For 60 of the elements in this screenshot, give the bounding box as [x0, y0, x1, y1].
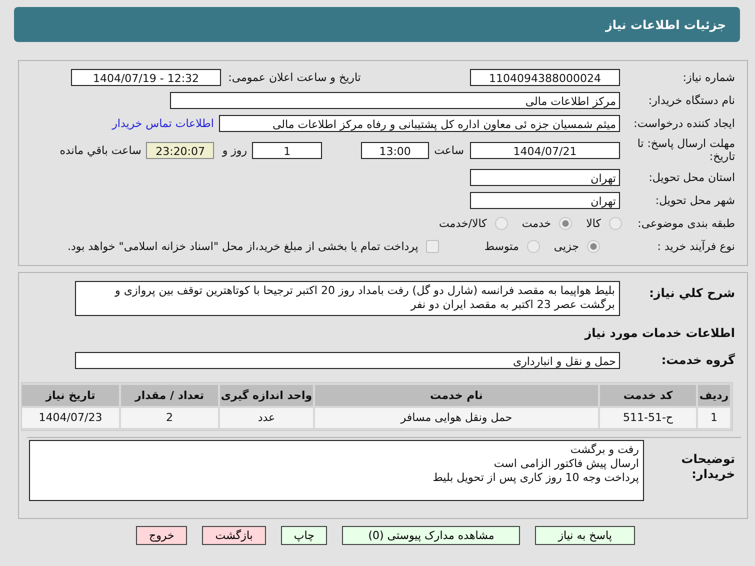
column-header: واحد اندازه گیری: [220, 385, 313, 406]
field-label: شرح کلي نياز:: [648, 285, 735, 300]
column-header: نام خدمت: [315, 385, 598, 406]
radio-button[interactable]: [609, 216, 622, 230]
deadline-date-field[interactable]: 1404/07/21: [470, 142, 620, 158]
action-button[interactable]: پاسخ به نیاز: [535, 526, 635, 545]
action-button[interactable]: مشاهده مدارک پیوستی (0): [342, 526, 520, 545]
buyer-notes-field[interactable]: رفت و برگشت ارسال پیش فاکتور الزامی است پرداخت وجه 10 روز کاری پس از تحویل بلیط: [29, 440, 644, 501]
requester-field[interactable]: میثم شمسیان جزه ئی معاون اداره کل پشتیبانی و رفاه مرکز اطلاعات مالی: [219, 114, 620, 132]
time-label: ساعت: [434, 144, 464, 156]
column-header: تعداد / مقدار: [121, 385, 218, 406]
action-button[interactable]: بازگشت: [202, 526, 266, 545]
radio-label: کالا/خدمت: [439, 216, 487, 230]
field-label: نوع فرآیند خرید :: [656, 240, 735, 252]
field-label: ایجاد کننده درخواست:: [632, 116, 735, 130]
service-group-field[interactable]: حمل و نقل و انبارداری: [75, 352, 620, 368]
table-cell: 1: [698, 408, 730, 428]
remaining-label: ساعت باقي مانده: [60, 144, 142, 156]
table-cell: حمل ونقل هوایی مسافر: [315, 408, 598, 428]
section-title: اطلاعات خدمات مورد نياز: [584, 326, 735, 340]
need-number-field[interactable]: 1104094388000024: [470, 68, 620, 86]
field-label: نام دستگاه خریدار:: [647, 94, 735, 106]
remaining-time-field: 23:20:07: [146, 142, 214, 158]
description-field[interactable]: بلیط هواپیما به مقصد فرانسه (شارل دو گل) رفت بامداد روز 20 اکتبر ترجیحا با کوتاهترین توقف بین پروازی و برگشت عصر 23 اکتبر به مقصد ایران دو نفر: [75, 281, 620, 316]
payment-note: پرداخت تمام یا بخشی از مبلغ خرید،از محل "اسناد خزانه اسلامی" خواهد بود.: [68, 240, 418, 252]
radio-label: متوسط: [484, 240, 519, 252]
city-field[interactable]: تهران: [470, 192, 620, 208]
field-label: گروه خدمت:: [660, 353, 735, 367]
field-label: تاریخ و ساعت اعلان عمومی:: [227, 70, 362, 84]
field-label: شماره نیاز:: [682, 70, 735, 84]
radio-button[interactable]: [526, 240, 540, 252]
days-label: روز و: [222, 144, 248, 156]
checkbox[interactable]: [426, 240, 440, 252]
field-label: طبقه بندی موضوعی:: [636, 216, 735, 230]
province-field[interactable]: تهران: [470, 168, 620, 186]
table-cell: 2: [121, 408, 218, 428]
days-field[interactable]: 1: [252, 142, 322, 158]
table-cell: ح-51-511: [600, 408, 696, 428]
buyer-org-field[interactable]: مرکز اطلاعات مالی: [170, 92, 620, 108]
radio-label: خدمت: [522, 216, 552, 230]
action-button[interactable]: خروج: [136, 526, 188, 545]
table-cell: عدد: [220, 408, 313, 428]
action-button[interactable]: چاپ: [280, 526, 328, 545]
radio-button[interactable]: [494, 216, 508, 230]
radio-button[interactable]: [587, 240, 600, 252]
field-label: توضیحات خریدار:: [680, 451, 735, 482]
table-cell: 1404/07/23: [22, 408, 119, 428]
announce-date-field[interactable]: 12:32 - 1404/07/19: [71, 68, 221, 86]
buyer-contact-link[interactable]: اطلاعات تماس خریدار: [112, 116, 214, 130]
radio-button[interactable]: [559, 216, 572, 230]
column-header: تاریخ نیاز: [22, 385, 119, 406]
radio-label: جزیی: [554, 240, 579, 252]
radio-label: کالا: [586, 216, 601, 230]
column-header: کد خدمت: [600, 385, 696, 406]
field-label: استان محل تحویل:: [648, 170, 735, 184]
deadline-time-field[interactable]: 13:00: [361, 142, 430, 158]
field-label: مهلت ارسال پاسخ: تا تاریخ:: [636, 137, 735, 163]
field-label: شهر محل تحویل:: [654, 194, 735, 206]
column-header: ردیف: [698, 385, 730, 406]
page-title: جزئیات اطلاعات نیاز: [605, 18, 726, 32]
